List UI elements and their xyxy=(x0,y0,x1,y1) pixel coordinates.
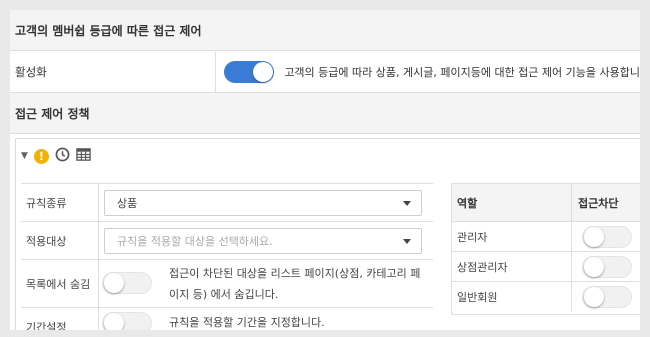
toggle-knob xyxy=(253,62,274,82)
warning-glyph: ! xyxy=(38,149,44,163)
role-name: 일반회원 xyxy=(452,282,572,312)
period-label: 기간설정 xyxy=(21,308,99,330)
role-table: 역할 접근차단 관리자 상점관리자 일반회원 xyxy=(451,183,640,315)
section-title-text: 접근 제어 정책 xyxy=(15,106,90,121)
hide-in-list-label: 목록에서 숨김 xyxy=(21,260,99,307)
role-name: 상점관리자 xyxy=(452,252,572,281)
rule-type-row: 규칙종류 상품 xyxy=(21,184,433,222)
activate-row: 활성화 고객의 등급에 따라 상품, 게시글, 페이지등에 대한 접근 제어 기… xyxy=(10,52,640,93)
period-description: 규칙을 적용할 기간을 지정합니다. xyxy=(169,316,325,329)
table-row: 일반회원 xyxy=(452,282,640,312)
role-column-header: 역할 xyxy=(452,184,572,221)
activate-label: 활성화 xyxy=(10,52,217,92)
warning-icon[interactable]: ! xyxy=(33,148,49,164)
section-title-policy: 접근 제어 정책 xyxy=(10,93,640,134)
rule-type-value: 상품 xyxy=(117,197,138,210)
block-toggle[interactable] xyxy=(582,256,632,278)
page-frame: 고객의 멤버쉽 등급에 따른 접근 제어 활성화 고객의 등급에 따라 상품, … xyxy=(0,0,650,337)
hide-in-list-description: 접근이 차단된 대상을 리스트 페이지(상점, 카테고리 페이지 등) 에서 숨… xyxy=(169,267,421,301)
rule-toolbar: ▼ ! xyxy=(21,147,91,165)
role-name: 관리자 xyxy=(452,222,572,251)
dropdown-arrow-icon xyxy=(403,201,411,206)
toggle-knob xyxy=(584,227,604,247)
rule-type-label: 규칙종류 xyxy=(21,184,99,221)
toggle-knob xyxy=(584,257,604,277)
rule-box: ▼ ! 규칙종류 상품 적용대상 규칙을 적용할 대상을 선택하세요. 목록에서… xyxy=(15,138,640,330)
dropdown-arrow-icon xyxy=(403,239,411,244)
section-title-membership: 고객의 멤버쉽 등급에 따른 접근 제어 xyxy=(10,10,640,51)
block-toggle[interactable] xyxy=(582,286,632,308)
clock-icon[interactable] xyxy=(55,147,70,165)
activate-description: 고객의 등급에 따라 상품, 게시글, 페이지등에 대한 접근 제어 기능을 사… xyxy=(284,66,640,79)
rule-type-select[interactable]: 상품 xyxy=(104,190,422,216)
hide-in-list-row: 목록에서 숨김 접근이 차단된 대상을 리스트 페이지(상점, 카테고리 페이지… xyxy=(21,260,433,308)
period-toggle[interactable] xyxy=(102,312,152,330)
block-toggle[interactable] xyxy=(582,226,632,248)
table-row: 관리자 xyxy=(452,222,640,252)
table-icon[interactable] xyxy=(76,147,91,165)
activate-toggle[interactable] xyxy=(224,61,275,83)
settings-panel: 고객의 멤버쉽 등급에 따른 접근 제어 활성화 고객의 등급에 따라 상품, … xyxy=(10,10,640,330)
rule-form: 규칙종류 상품 적용대상 규칙을 적용할 대상을 선택하세요. 목록에서 숨김 … xyxy=(21,183,433,330)
section-title-text: 고객의 멤버쉽 등급에 따른 접근 제어 xyxy=(15,23,202,38)
target-label: 적용대상 xyxy=(21,222,99,259)
target-select[interactable]: 규칙을 적용할 대상을 선택하세요. xyxy=(104,228,422,254)
chevron-down-icon[interactable]: ▼ xyxy=(21,151,28,161)
period-row: 기간설정 규칙을 적용할 기간을 지정합니다. xyxy=(21,308,433,330)
target-row: 적용대상 규칙을 적용할 대상을 선택하세요. xyxy=(21,222,433,260)
toggle-knob xyxy=(104,273,124,293)
toggle-knob xyxy=(584,287,604,307)
table-row: 상점관리자 xyxy=(452,252,640,282)
target-placeholder: 규칙을 적용할 대상을 선택하세요. xyxy=(117,235,273,248)
hide-in-list-toggle[interactable] xyxy=(102,272,152,294)
block-column-header: 접근차단 xyxy=(578,196,619,210)
role-table-header: 역할 접근차단 xyxy=(452,184,640,222)
toggle-knob xyxy=(104,313,124,330)
